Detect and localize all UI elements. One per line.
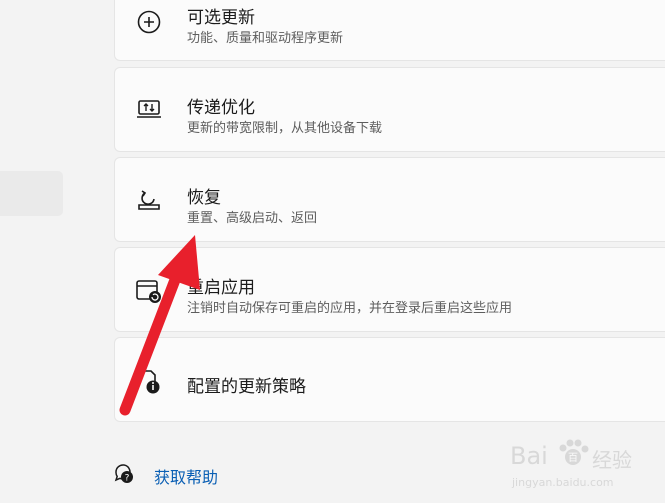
- recovery-title: 恢复: [187, 188, 221, 207]
- delivery-optimization-title: 传递优化: [187, 98, 255, 117]
- paw-icon: 百: [556, 438, 590, 473]
- restart-apps-icon: [135, 278, 163, 306]
- update-policies-title: 配置的更新策略: [187, 377, 306, 396]
- svg-text:?: ?: [125, 473, 130, 483]
- policy-info-icon: [135, 368, 163, 396]
- get-help-label: 获取帮助: [154, 470, 219, 487]
- recovery-subtitle: 重置、高级启动、返回: [187, 210, 318, 225]
- optional-updates-subtitle: 功能、质量和驱动程序更新: [187, 30, 344, 45]
- watermark-brand: Bai: [510, 442, 548, 470]
- optional-updates-card[interactable]: 可选更新 功能、质量和驱动程序更新: [114, 0, 665, 61]
- delivery-optimization-card[interactable]: 传递优化 更新的带宽限制，从其他设备下载: [114, 67, 665, 152]
- watermark-url: jingyan.baidu.com: [512, 476, 614, 489]
- plus-circle-icon: [135, 8, 163, 36]
- get-help-link[interactable]: ? 获取帮助: [112, 463, 218, 489]
- restart-apps-subtitle: 注销时自动保存可重启的应用，并在登录后重启这些应用: [187, 300, 513, 315]
- watermark-brand-suffix: 百: [568, 452, 578, 464]
- help-chat-icon: ?: [112, 462, 136, 491]
- restart-apps-title: 重启应用: [187, 278, 255, 297]
- delivery-optimization-icon: [135, 96, 163, 124]
- recovery-card[interactable]: 恢复 重置、高级启动、返回: [114, 157, 665, 242]
- restart-apps-card[interactable]: 重启应用 注销时自动保存可重启的应用，并在登录后重启这些应用: [114, 247, 665, 332]
- delivery-optimization-subtitle: 更新的带宽限制，从其他设备下载: [187, 120, 383, 135]
- watermark-brand-cn: 经验: [592, 448, 632, 472]
- optional-updates-title: 可选更新: [187, 8, 255, 27]
- recovery-icon: [135, 186, 163, 214]
- sidebar-item-selected[interactable]: [0, 171, 63, 216]
- update-policies-card[interactable]: 配置的更新策略: [114, 337, 665, 422]
- baidu-watermark: Bai 百 经验 jingyan.baidu.com: [510, 432, 660, 498]
